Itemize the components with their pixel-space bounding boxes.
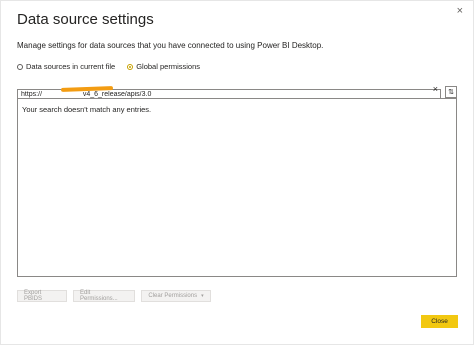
clear-permissions-button[interactable]: Clear Permissions ▾ [141, 290, 211, 302]
dialog-title: Data source settings [17, 11, 154, 28]
radio-unselected-icon [17, 63, 23, 70]
clear-search-icon[interactable]: × [433, 83, 438, 95]
close-icon[interactable]: × [457, 6, 463, 17]
sort-icon: ⇅ [448, 89, 454, 96]
radio-global-permissions-label: Global permissions [136, 62, 200, 71]
chevron-down-icon: ▾ [201, 293, 204, 299]
close-button[interactable]: Close [421, 315, 458, 328]
clear-permissions-label: Clear Permissions [148, 293, 198, 299]
edit-permissions-button[interactable]: Edit Permissions... [73, 290, 135, 302]
radio-global-permissions[interactable]: Global permissions [127, 62, 200, 71]
scope-radio-group: Data sources in current file Global perm… [17, 62, 212, 71]
radio-current-file[interactable]: Data sources in current file [17, 62, 115, 71]
action-row: Export PBIDS Edit Permissions... Clear P… [17, 290, 217, 302]
radio-selected-icon [127, 63, 134, 70]
results-list[interactable]: Your search doesn't match any entries. [17, 98, 457, 277]
radio-current-file-label: Data sources in current file [26, 62, 116, 71]
empty-results-message: Your search doesn't match any entries. [22, 105, 152, 114]
export-pbids-button[interactable]: Export PBIDS [17, 290, 67, 302]
dialog-description: Manage settings for data sources that yo… [17, 41, 324, 50]
sort-button[interactable]: ⇅ [445, 86, 457, 98]
data-source-settings-dialog: × Data source settings Manage settings f… [0, 0, 474, 345]
edit-permissions-label: Edit Permissions... [80, 290, 118, 302]
export-pbids-label: Export PBIDS [24, 290, 43, 302]
